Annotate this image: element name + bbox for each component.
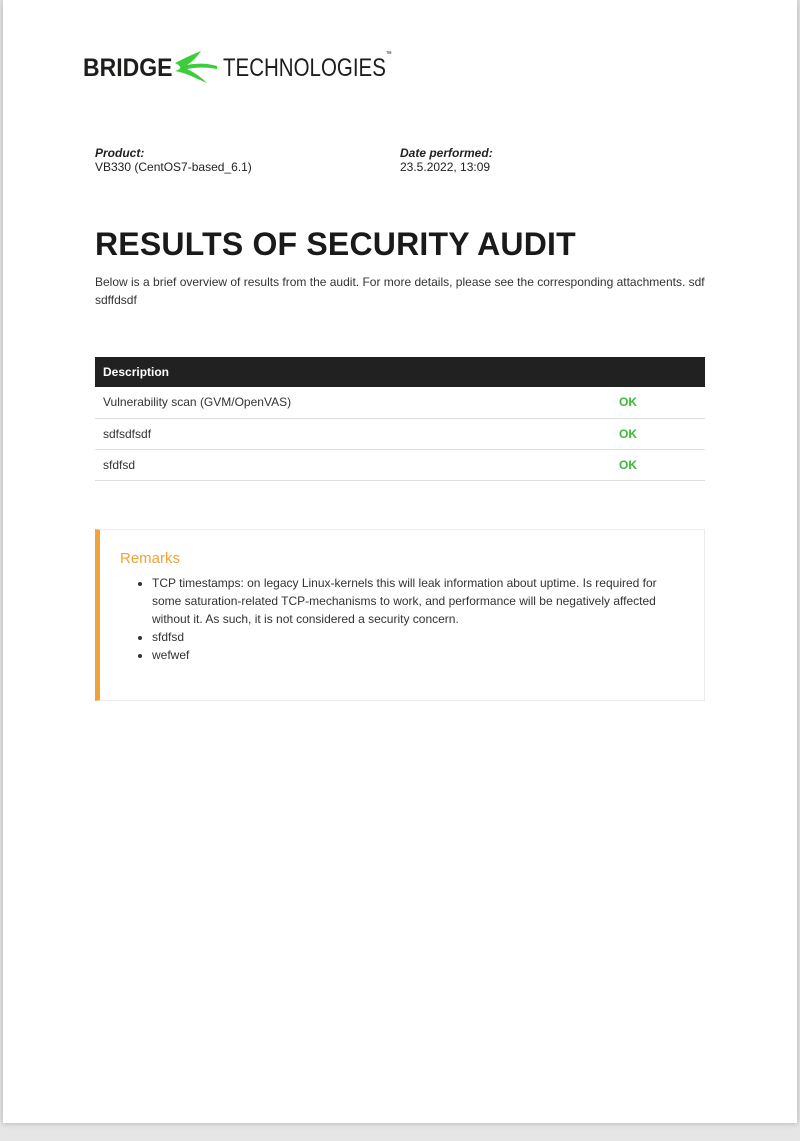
row-description: Vulnerability scan (GVM/OpenVAS) <box>95 387 611 419</box>
status-badge: OK <box>611 387 705 419</box>
row-description: sdfsdfsdf <box>95 418 611 450</box>
header-status <box>611 357 705 387</box>
table-row: sfdfsd OK <box>95 449 705 481</box>
table-row: Vulnerability scan (GVM/OpenVAS) OK <box>95 387 705 419</box>
list-item: wefwef <box>152 646 680 664</box>
status-badge: OK <box>611 449 705 481</box>
logo-trademark: ™ <box>385 50 392 58</box>
logo-word-bridge: BRIDGE <box>83 53 173 82</box>
status-badge: OK <box>611 418 705 450</box>
report-meta: Product: VB330 (CentOS7-based_6.1) Date … <box>95 146 705 174</box>
remarks-list: TCP timestamps: on legacy Linux-kernels … <box>120 574 680 664</box>
list-item: sfdfsd <box>152 628 680 646</box>
results-header-row: Description <box>95 357 705 387</box>
intro-text: Below is a brief overview of results fro… <box>95 275 705 307</box>
meta-product: Product: VB330 (CentOS7-based_6.1) <box>95 146 400 174</box>
product-label: Product: <box>95 146 145 160</box>
results-table: Description Vulnerability scan (GVM/Open… <box>95 357 705 481</box>
list-item: TCP timestamps: on legacy Linux-kernels … <box>152 574 680 628</box>
page-title: RESULTS OF SECURITY AUDIT <box>95 226 576 262</box>
product-value: VB330 (CentOS7-based_6.1) <box>95 160 252 174</box>
meta-date: Date performed: 23.5.2022, 13:09 <box>400 146 705 174</box>
remarks-heading: Remarks <box>120 550 181 567</box>
date-value: 23.5.2022, 13:09 <box>400 160 491 174</box>
logo-bridge-icon <box>175 51 217 83</box>
table-row: sdfsdfsdf OK <box>95 418 705 450</box>
company-logo: BRIDGE TECHNOLOGIES™ <box>83 48 429 88</box>
remarks-box: Remarks TCP timestamps: on legacy Linux-… <box>95 529 705 701</box>
header-description: Description <box>95 357 611 387</box>
logo-word-technologies: TECHNOLOGIES™ <box>223 50 392 82</box>
row-description: sfdfsd <box>95 449 611 481</box>
date-label: Date performed: <box>400 146 493 160</box>
report-page: BRIDGE TECHNOLOGIES™ Product: VB330 (Cen… <box>3 0 797 1123</box>
